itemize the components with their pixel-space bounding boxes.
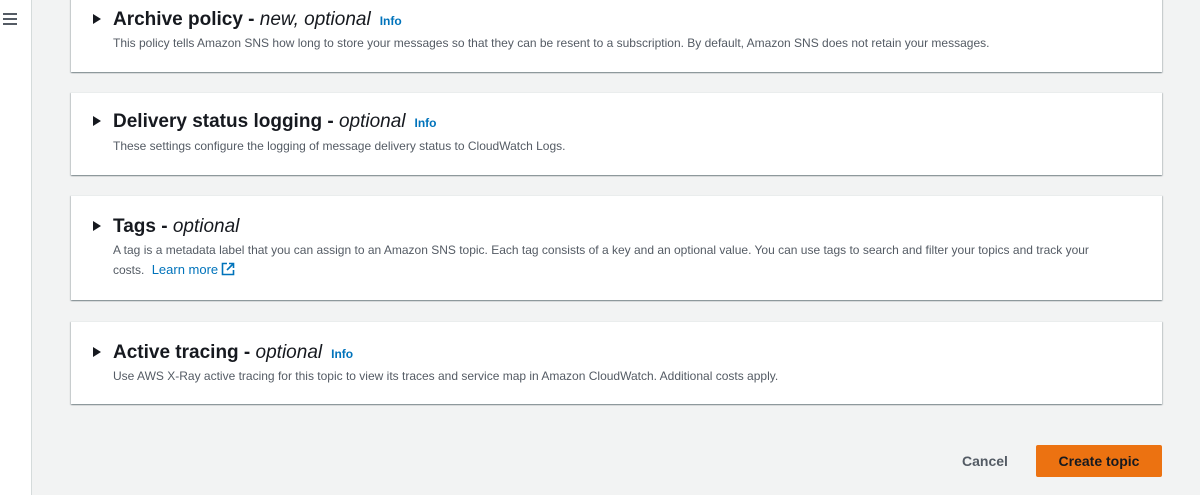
active-tracing-header[interactable]: Active tracing - optional Info bbox=[93, 342, 353, 364]
expand-caret-icon[interactable] bbox=[93, 347, 101, 357]
delivery-status-logging-header[interactable]: Delivery status logging - optional Info bbox=[93, 111, 437, 133]
section-title: Tags - optional bbox=[113, 216, 240, 237]
tags-panel: Tags - optional A tag is a metadata labe… bbox=[71, 195, 1162, 300]
section-description: This policy tells Amazon SNS how long to… bbox=[113, 36, 990, 50]
info-link[interactable]: Info bbox=[380, 14, 402, 28]
section-title: Archive policy - new, optional bbox=[113, 9, 371, 30]
hamburger-menu-icon[interactable] bbox=[3, 13, 17, 27]
cancel-button[interactable]: Cancel bbox=[948, 445, 1022, 477]
expand-caret-icon[interactable] bbox=[93, 116, 101, 126]
section-description: A tag is a metadata label that you can a… bbox=[113, 241, 1123, 280]
external-link-icon bbox=[221, 262, 235, 276]
learn-more-link[interactable]: Learn more bbox=[152, 262, 235, 277]
expand-caret-icon[interactable] bbox=[93, 221, 101, 231]
archive-policy-panel: Archive policy - new, optional Info This… bbox=[71, 0, 1162, 72]
active-tracing-panel: Active tracing - optional Info Use AWS X… bbox=[71, 321, 1162, 404]
tags-description-text: A tag is a metadata label that you can a… bbox=[113, 243, 1089, 277]
section-title: Delivery status logging - optional bbox=[113, 111, 406, 132]
side-navigation-rail bbox=[0, 0, 32, 495]
section-description: These settings configure the logging of … bbox=[113, 139, 566, 153]
archive-policy-header[interactable]: Archive policy - new, optional Info bbox=[93, 9, 402, 31]
section-description: Use AWS X-Ray active tracing for this to… bbox=[113, 369, 779, 383]
create-topic-button[interactable]: Create topic bbox=[1036, 445, 1162, 477]
expand-caret-icon[interactable] bbox=[93, 14, 101, 24]
info-link[interactable]: Info bbox=[331, 347, 353, 361]
info-link[interactable]: Info bbox=[415, 116, 437, 130]
delivery-status-logging-panel: Delivery status logging - optional Info … bbox=[71, 92, 1162, 175]
tags-header[interactable]: Tags - optional bbox=[93, 216, 239, 238]
section-title: Active tracing - optional bbox=[113, 342, 323, 363]
